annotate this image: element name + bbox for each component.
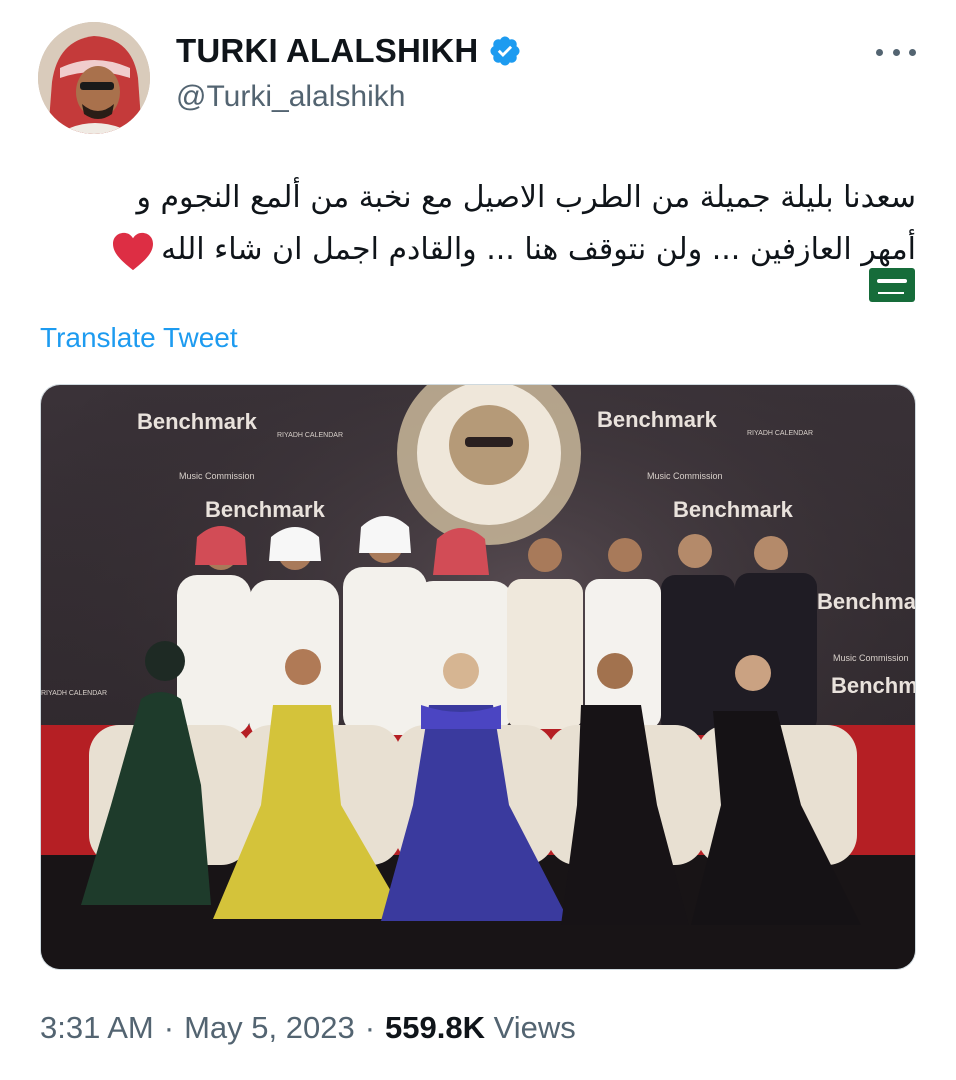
tweet-meta: 3:31 AM · May 5, 2023 · 559.8K Views — [40, 1010, 576, 1046]
more-options-icon[interactable] — [876, 40, 916, 64]
tweet-text-line-2-text: أمهر العازفين ... ولن نتوقف هنا ... والق… — [161, 232, 916, 267]
backdrop-benchmark-6: Benchmark — [831, 673, 916, 698]
backdrop-benchmark-4: Benchmark — [673, 497, 794, 522]
author-display-name[interactable]: TURKI ALALSHIKH — [176, 32, 478, 70]
profile-photo-avatar — [38, 22, 150, 134]
views-count[interactable]: 559.8K — [385, 1010, 485, 1045]
backdrop-benchmark-2: Benchmark — [597, 407, 718, 432]
backdrop-music-commission-3: Music Commission — [833, 653, 909, 663]
backdrop-music-commission-2: Music Commission — [647, 471, 723, 481]
tweet-date[interactable]: May 5, 2023 — [184, 1010, 355, 1046]
backdrop-benchmark-5: Benchmark — [817, 589, 916, 614]
verified-badge-icon — [490, 36, 520, 66]
tweet-media-photo[interactable]: Benchmark Benchmark Benchmark Benchmark … — [40, 384, 916, 970]
tweet-text-line-1: سعدنا بليلة جميلة من الطرب الاصيل مع نخب… — [136, 180, 916, 215]
translate-tweet-link[interactable]: Translate Tweet — [40, 322, 238, 354]
backdrop-riyadh-calendar-3: RIYADH CALENDAR — [41, 690, 107, 697]
backdrop-riyadh-calendar-1: RIYADH CALENDAR — [277, 432, 343, 439]
meta-separator-1: · — [163, 1010, 175, 1045]
saudi-flag-icon — [869, 268, 915, 302]
backdrop-riyadh-calendar-2: RIYADH CALENDAR — [747, 430, 813, 437]
avatar[interactable] — [38, 22, 150, 134]
backdrop-benchmark-3: Benchmark — [205, 497, 326, 522]
backdrop-benchmark-1: Benchmark — [137, 409, 258, 434]
group-photo-image: Benchmark Benchmark Benchmark Benchmark … — [41, 385, 916, 969]
author-handle[interactable]: @Turki_alalshikh — [176, 80, 405, 114]
views-label: Views — [493, 1010, 576, 1045]
red-heart-icon — [113, 232, 154, 270]
meta-separator-2: · — [364, 1010, 376, 1045]
backdrop-music-commission-1: Music Commission — [179, 471, 255, 481]
author-name-row: TURKI ALALSHIKH — [176, 32, 522, 70]
tweet-time[interactable]: 3:31 AM — [40, 1010, 154, 1046]
tweet-text: سعدنا بليلة جميلة من الطرب الاصيل مع نخب… — [40, 172, 916, 276]
tweet-text-line-2: أمهر العازفين ... ولن نتوقف هنا ... والق… — [40, 224, 916, 276]
